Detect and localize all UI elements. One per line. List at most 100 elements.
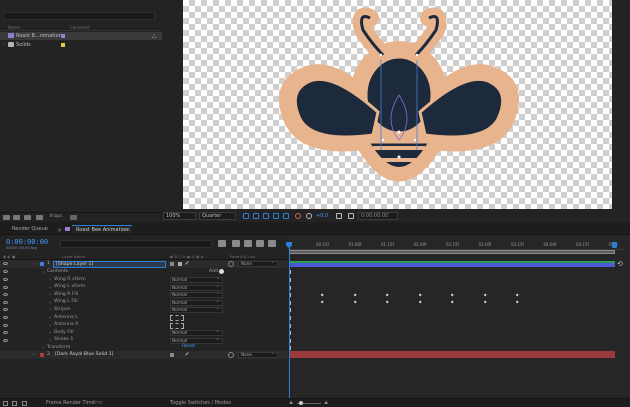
pickwhip-target-icon[interactable] bbox=[170, 322, 184, 329]
zoom-slider-handle[interactable] bbox=[299, 401, 303, 405]
eye-icon[interactable] bbox=[3, 338, 8, 342]
exposure-value[interactable]: +0.0 bbox=[316, 213, 328, 219]
timeline-graph-area[interactable] bbox=[288, 235, 630, 398]
blend-mode-dropdown[interactable]: Normal bbox=[170, 306, 223, 314]
property-row[interactable]: › Wing R xform Normal bbox=[0, 276, 288, 284]
layer-row-dark-royal-blue-solid[interactable]: › 2 [Dark Royal Blue Solid 1] None bbox=[0, 351, 288, 359]
eye-icon[interactable] bbox=[3, 262, 8, 265]
layer-name-field[interactable]: [Shape Layer 1] bbox=[53, 260, 166, 268]
flowchart-icon[interactable]: ⛬ bbox=[152, 33, 156, 41]
eye-icon[interactable] bbox=[3, 308, 8, 312]
pickwhip-target-icon[interactable] bbox=[170, 315, 184, 321]
shy-switch-icon[interactable] bbox=[170, 261, 174, 266]
grid-guide-icon[interactable] bbox=[273, 213, 279, 219]
trash-icon[interactable] bbox=[70, 215, 77, 220]
bee-artwork[interactable] bbox=[183, 0, 612, 209]
eye-icon[interactable] bbox=[3, 300, 8, 304]
motion-blur-icon[interactable] bbox=[268, 240, 276, 247]
keyframe[interactable] bbox=[418, 293, 422, 297]
comp-button-icon[interactable]: ⟲ bbox=[617, 260, 623, 268]
eye-icon[interactable] bbox=[3, 285, 8, 289]
exposure-reset-icon[interactable] bbox=[306, 213, 312, 219]
contents-group-row[interactable]: › Contents Add bbox=[0, 268, 288, 276]
layer-row-shape-layer-1[interactable]: › 1 [Shape Layer 1] None bbox=[0, 260, 288, 268]
color-management-icon[interactable] bbox=[295, 213, 301, 219]
project-item-solids[interactable]: › Solids bbox=[0, 41, 162, 49]
parent-link-header[interactable]: Parent & Link bbox=[230, 254, 255, 259]
chevron-right-icon[interactable]: › bbox=[49, 285, 51, 291]
shy-layers-icon[interactable] bbox=[244, 240, 252, 247]
keyframe[interactable] bbox=[483, 293, 487, 297]
blend-mode-dropdown[interactable]: Normal bbox=[170, 337, 223, 344]
comp-mini-flowchart-icon[interactable] bbox=[218, 240, 226, 247]
timeline-search-input[interactable] bbox=[60, 240, 212, 248]
tab-menu-icon[interactable]: ≡ bbox=[125, 226, 130, 233]
layer-color-tag[interactable] bbox=[40, 261, 44, 266]
resolution-dropdown[interactable]: Quarter bbox=[199, 212, 236, 220]
parent-dropdown[interactable]: None bbox=[238, 260, 278, 267]
name-column-header[interactable]: Name bbox=[8, 25, 20, 30]
layer-name-header[interactable]: Layer Name bbox=[62, 254, 85, 259]
close-icon[interactable]: × bbox=[57, 227, 62, 234]
chevron-right-icon[interactable]: › bbox=[49, 315, 51, 321]
eye-icon[interactable] bbox=[3, 293, 8, 297]
project-search-input[interactable] bbox=[3, 12, 155, 20]
add-content-icon[interactable] bbox=[219, 269, 224, 274]
channel-icon[interactable] bbox=[283, 213, 289, 219]
transparency-grid-icon[interactable] bbox=[253, 213, 259, 219]
chevron-right-icon[interactable]: › bbox=[49, 277, 51, 283]
time-ruler[interactable]: 00:15f 01:00f 01:15f 02:00f 02:15f 03:00f 03:1… bbox=[288, 242, 624, 250]
frame-blending-icon[interactable] bbox=[256, 240, 264, 247]
chevron-down-icon[interactable]: › bbox=[40, 271, 46, 273]
comment-column-header[interactable]: Comment bbox=[70, 25, 90, 30]
chevron-right-icon[interactable]: › bbox=[49, 323, 51, 329]
tab-render-queue[interactable]: Render Queue bbox=[8, 225, 52, 234]
reset-link[interactable]: Reset bbox=[182, 344, 195, 349]
pickwhip-icon[interactable] bbox=[228, 261, 234, 267]
new-folder-icon[interactable] bbox=[13, 215, 20, 220]
toggle-switches-modes-button[interactable]: Toggle Switches / Modes bbox=[170, 400, 231, 406]
mask-visibility-icon[interactable] bbox=[263, 213, 269, 219]
bit-depth-label[interactable]: 8 bpc bbox=[50, 214, 62, 219]
property-row[interactable]: › Stripes Normal bbox=[0, 306, 288, 314]
interpret-footage-icon[interactable] bbox=[3, 215, 10, 220]
region-of-interest-icon[interactable] bbox=[243, 213, 249, 219]
shy-switch-icon[interactable] bbox=[170, 352, 174, 357]
chevron-right-icon[interactable]: › bbox=[49, 307, 51, 313]
new-composition-icon[interactable] bbox=[24, 215, 31, 220]
collapse-switch-icon[interactable] bbox=[178, 261, 182, 266]
zoom-dropdown[interactable]: 100% bbox=[163, 212, 196, 220]
quality-switch-icon[interactable] bbox=[185, 260, 191, 267]
eye-icon[interactable] bbox=[3, 270, 8, 273]
quality-switch-icon[interactable] bbox=[185, 351, 191, 358]
zoom-in-icon[interactable]: ⛰ bbox=[324, 400, 328, 406]
project-settings-icon[interactable] bbox=[36, 215, 43, 220]
playhead-line[interactable] bbox=[289, 243, 290, 398]
chevron-right-icon[interactable]: › bbox=[49, 292, 51, 298]
property-row[interactable]: › Wing L xform Normal bbox=[0, 284, 288, 292]
comp-canvas[interactable] bbox=[183, 0, 612, 209]
chevron-right-icon[interactable]: › bbox=[49, 338, 51, 344]
comp-end-marker-icon[interactable] bbox=[612, 242, 617, 248]
chevron-down-icon[interactable]: › bbox=[31, 263, 37, 265]
zoom-out-icon[interactable]: ⛰ bbox=[289, 400, 293, 406]
viewer-timecode[interactable]: 0:00:00:00 bbox=[358, 212, 398, 220]
project-item-comp[interactable]: Roast B...nimation ⛬ bbox=[0, 32, 162, 40]
snapshot-camera-icon[interactable] bbox=[336, 213, 342, 219]
toggle-panel-icon[interactable] bbox=[12, 401, 17, 406]
property-row[interactable]: › Antenna R bbox=[0, 322, 288, 330]
toggle-in-out-icon[interactable] bbox=[22, 401, 27, 406]
render-settings-icon[interactable] bbox=[3, 401, 8, 406]
tab-roast-bee-animation[interactable]: Roast Bee Animation bbox=[72, 225, 133, 234]
chevron-right-icon[interactable]: › bbox=[49, 330, 51, 336]
draft-3d-icon[interactable] bbox=[232, 240, 240, 247]
keyframe[interactable] bbox=[353, 293, 357, 297]
chevron-right-icon[interactable]: › bbox=[33, 352, 35, 358]
eye-icon[interactable] bbox=[3, 331, 8, 335]
pickwhip-icon[interactable] bbox=[228, 352, 234, 358]
property-row[interactable]: › Wing R Fill Normal bbox=[0, 291, 288, 299]
current-time-display[interactable]: 0:00:00:00 bbox=[6, 238, 48, 246]
work-area-bar[interactable] bbox=[289, 250, 615, 254]
layer2-duration-bar[interactable] bbox=[289, 351, 615, 358]
chevron-right-icon[interactable]: › bbox=[3, 41, 5, 47]
